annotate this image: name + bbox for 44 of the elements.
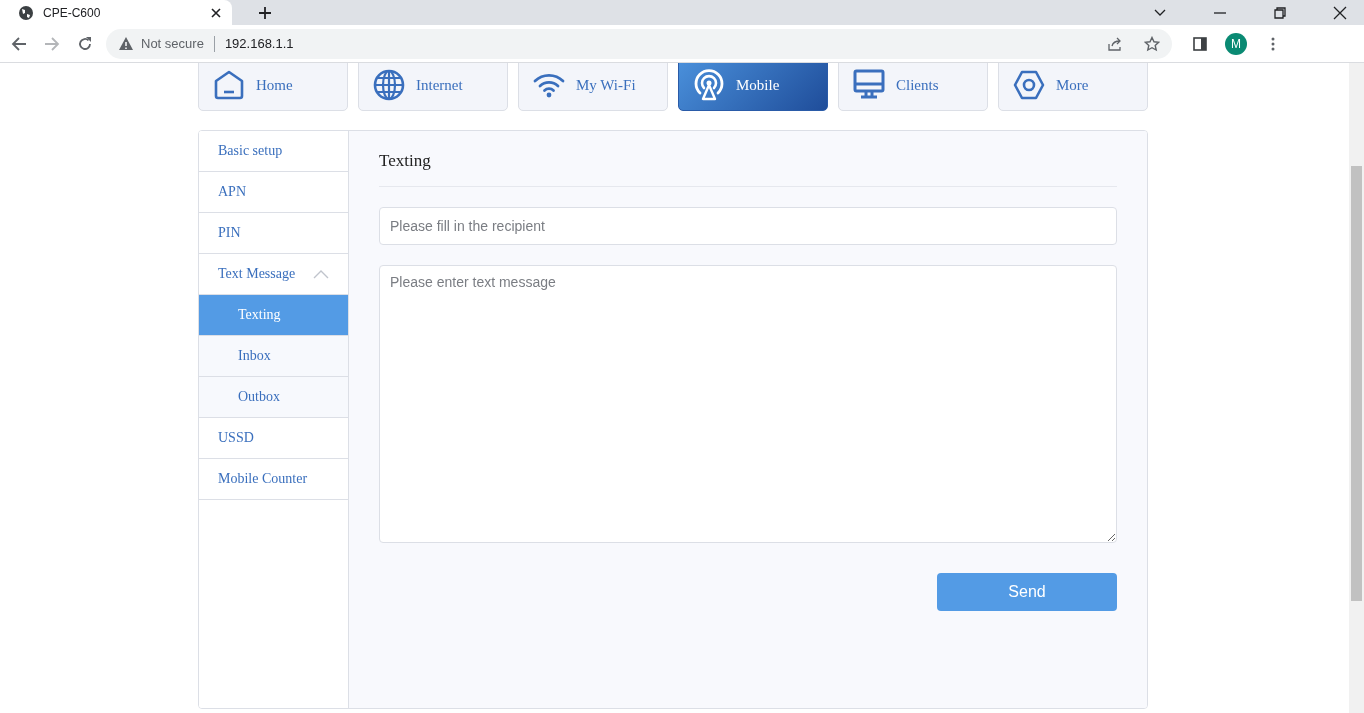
restore-icon[interactable] bbox=[1273, 5, 1287, 20]
sidebar-item-label: APN bbox=[218, 184, 246, 200]
browser-tab[interactable]: CPE-C600 bbox=[0, 0, 232, 25]
tab-title: CPE-C600 bbox=[43, 5, 102, 20]
sidebar-subitem[interactable]: Outbox bbox=[199, 377, 348, 418]
url-text: 192.168.1.1 bbox=[224, 36, 294, 51]
recipient-field[interactable]: Please fill in the recipient bbox=[379, 207, 1117, 245]
scrollbar-thumb[interactable] bbox=[1351, 166, 1362, 601]
sidebar-subitem[interactable]: Texting bbox=[199, 295, 348, 336]
warning-icon bbox=[118, 35, 134, 52]
nav-tab[interactable]: Clients bbox=[838, 63, 988, 111]
sidebar-item-label: PIN bbox=[218, 225, 241, 241]
sidebar-item-label: USSD bbox=[218, 430, 254, 446]
sidebar-item-label: Mobile Counter bbox=[218, 471, 308, 487]
sidebar-item-label: Basic setup bbox=[218, 143, 283, 159]
close-icon[interactable] bbox=[1333, 5, 1347, 20]
nav-tab[interactable]: Internet bbox=[358, 63, 508, 111]
side-panel-icon[interactable] bbox=[1192, 35, 1208, 52]
sidebar-item-label: Text Message bbox=[218, 266, 296, 282]
house-icon bbox=[213, 69, 245, 101]
reload-icon[interactable] bbox=[77, 35, 93, 52]
globe-icon bbox=[18, 4, 34, 21]
hexagon-icon bbox=[1013, 69, 1045, 101]
message-field[interactable]: Please enter text message bbox=[379, 265, 1117, 543]
nav-tab[interactable]: My Wi-Fi bbox=[518, 63, 668, 111]
close-icon[interactable] bbox=[210, 6, 222, 19]
section-title: Texting bbox=[379, 151, 1117, 187]
share-icon[interactable] bbox=[1107, 35, 1123, 52]
nav-tab[interactable]: More bbox=[998, 63, 1148, 111]
nav-tab[interactable]: Home bbox=[198, 63, 348, 111]
new-tab-icon[interactable] bbox=[258, 5, 272, 20]
profile-avatar[interactable]: M bbox=[1225, 32, 1247, 55]
address-bar[interactable]: Not secure 192.168.1.1 bbox=[106, 28, 1172, 59]
nav-tab[interactable]: Mobile bbox=[678, 63, 828, 111]
back-arrow-icon[interactable] bbox=[11, 35, 27, 52]
security-label: Not secure bbox=[141, 36, 204, 51]
scrollbar[interactable] bbox=[1349, 63, 1364, 713]
sidebar-item[interactable]: Basic setup bbox=[199, 131, 348, 172]
monitor-icon bbox=[853, 69, 885, 101]
sidebar-subitem[interactable]: Inbox bbox=[199, 336, 348, 377]
star-icon[interactable] bbox=[1144, 35, 1160, 52]
globe-icon bbox=[373, 69, 405, 101]
send-button[interactable]: Send bbox=[937, 573, 1117, 611]
antenna-icon bbox=[693, 69, 725, 101]
